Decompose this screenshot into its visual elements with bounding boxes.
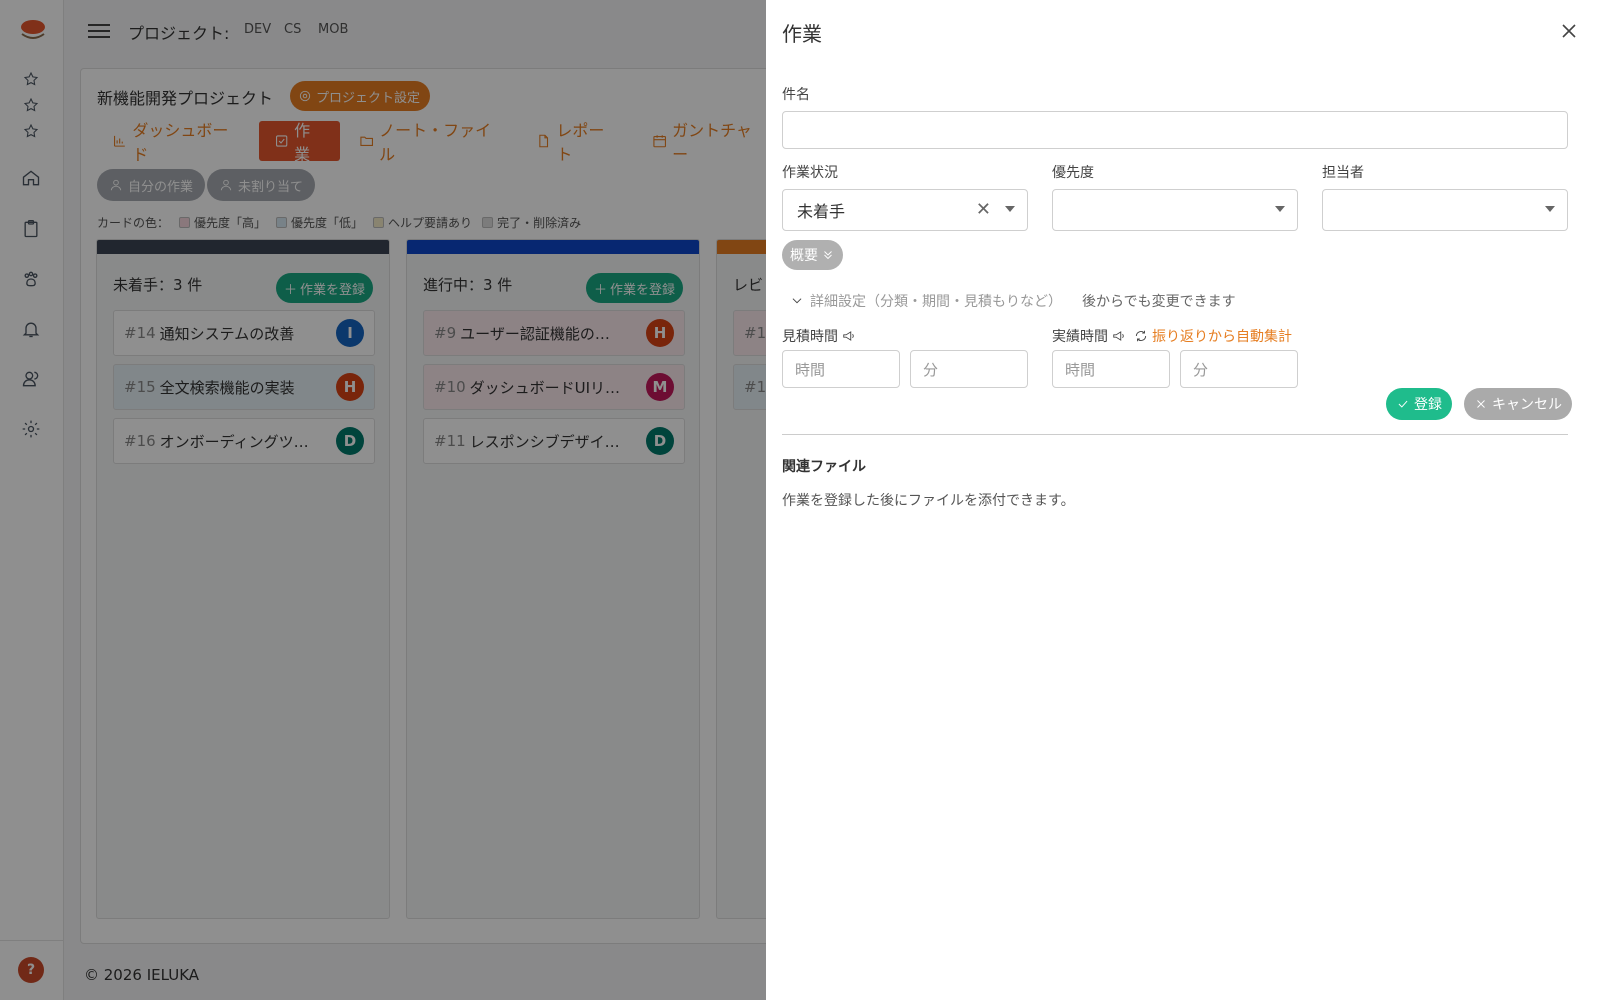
cancel-button[interactable]: キャンセル (1464, 388, 1572, 420)
refresh-icon (1135, 330, 1147, 342)
section-divider (782, 434, 1568, 435)
related-files-note: 作業を登録した後にファイルを添付できます。 (782, 493, 1075, 509)
detail-settings-toggle[interactable]: 詳細設定（分類・期間・見積もりなど） (790, 291, 1062, 311)
subject-label: 件名 (782, 87, 810, 103)
status-label: 作業状況 (782, 165, 838, 181)
estimate-minutes-input[interactable]: 分 (910, 350, 1028, 388)
status-select[interactable]: 未着手 ✕ (782, 189, 1028, 231)
subject-input[interactable] (782, 111, 1568, 149)
status-value: 未着手 (797, 202, 846, 221)
priority-select[interactable] (1052, 189, 1298, 231)
auto-aggregate-link[interactable]: 振り返りから自動集計 (1134, 326, 1292, 346)
priority-label: 優先度 (1052, 165, 1094, 181)
chevron-down-icon (792, 298, 802, 304)
check-icon (1398, 400, 1408, 408)
clear-icon[interactable]: ✕ (976, 199, 991, 220)
chevron-down-icon (1545, 206, 1555, 212)
auto-aggregate-label: 振り返りから自動集計 (1152, 329, 1292, 345)
drawer-title: 作業 (782, 22, 822, 46)
actual-label-group: 実績時間 (1052, 326, 1126, 346)
estimate-label-group: 見積時間 (782, 326, 856, 346)
megaphone-icon (843, 331, 854, 341)
detail-settings-note: 後からでも変更できます (1082, 294, 1236, 310)
chevron-down-icon (1005, 206, 1015, 212)
estimate-label: 見積時間 (782, 329, 838, 345)
megaphone-icon (1113, 331, 1124, 341)
actual-label: 実績時間 (1052, 329, 1108, 345)
chevron-down-icon (1275, 206, 1285, 212)
related-files-title: 関連ファイル (782, 459, 866, 475)
summary-label: 概要 (790, 248, 818, 264)
cancel-label: キャンセル (1492, 397, 1562, 413)
estimate-hours-input[interactable]: 時間 (782, 350, 900, 388)
register-label: 登録 (1414, 397, 1442, 413)
actual-minutes-input[interactable]: 分 (1180, 350, 1298, 388)
detail-settings-label: 詳細設定（分類・期間・見積もりなど） (810, 294, 1062, 310)
assignee-select[interactable] (1322, 189, 1568, 231)
summary-toggle[interactable]: 概要 (782, 240, 843, 270)
task-drawer: 作業 件名 作業状況 未着手 ✕ 優先度 担当者 概要 詳細設定（分類・期間・見… (766, 0, 1600, 1000)
close-icon (1477, 400, 1485, 408)
actual-hours-input[interactable]: 時間 (1052, 350, 1170, 388)
close-icon[interactable] (1558, 20, 1580, 42)
register-button[interactable]: 登録 (1386, 388, 1452, 420)
double-chevron-down-icon (824, 251, 832, 260)
assignee-label: 担当者 (1322, 165, 1364, 181)
